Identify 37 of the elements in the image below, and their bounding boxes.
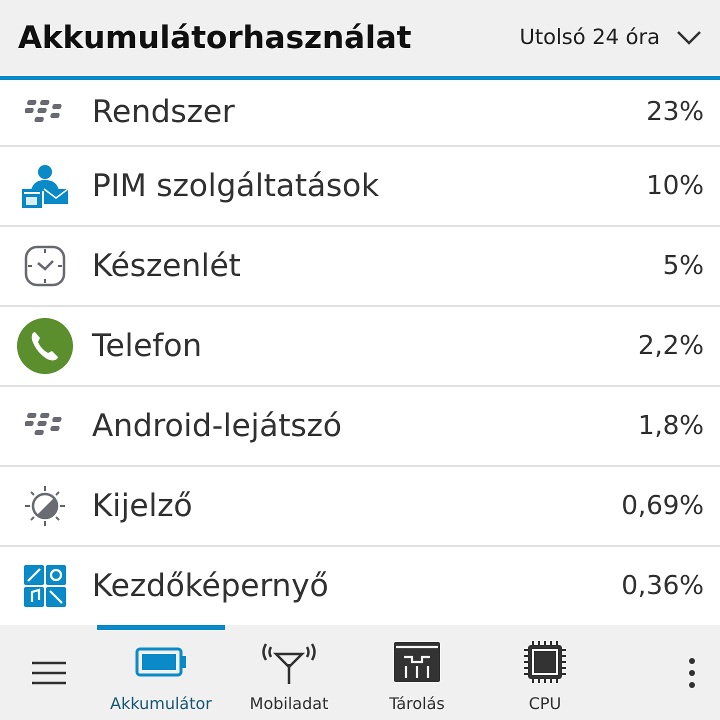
storage-icon bbox=[394, 642, 440, 682]
usage-percent: 0,36% bbox=[621, 570, 704, 602]
usage-row[interactable]: Készenlét 5% bbox=[0, 227, 720, 307]
usage-percent: 1,8% bbox=[638, 410, 704, 442]
clock-icon bbox=[24, 245, 66, 287]
tab[interactable]: Tárolás bbox=[353, 625, 481, 720]
tab[interactable]: CPU bbox=[481, 625, 609, 720]
app-name: Kijelző bbox=[92, 486, 194, 526]
usage-row[interactable]: Android-lejátszó 1,8% bbox=[0, 387, 720, 467]
usage-percent: 0,69% bbox=[621, 490, 704, 522]
app-name: Android-lejátszó bbox=[92, 406, 343, 446]
home-apps-icon bbox=[24, 565, 66, 607]
cpu-chip-icon bbox=[523, 640, 567, 684]
overflow-menu-button[interactable] bbox=[688, 658, 696, 688]
tab[interactable]: Mobiladat bbox=[225, 625, 353, 720]
app-name: Készenlét bbox=[92, 246, 242, 286]
usage-percent: 23% bbox=[646, 96, 704, 129]
usage-row[interactable]: PIM szolgáltatások 10% bbox=[0, 147, 720, 227]
menu-button[interactable] bbox=[32, 660, 66, 685]
page-title: Akkumulátorhasználat bbox=[18, 18, 412, 58]
app-name: Telefon bbox=[92, 326, 203, 366]
phone-icon bbox=[17, 318, 73, 374]
brightness-icon bbox=[24, 485, 66, 527]
person-calendar-mail-icon bbox=[21, 163, 69, 209]
chevron-down-icon bbox=[676, 30, 702, 46]
usage-row[interactable]: Kijelző 0,69% bbox=[0, 467, 720, 547]
period-dropdown[interactable]: Utolsó 24 óra bbox=[520, 22, 702, 54]
tab[interactable]: Akkumulátor bbox=[97, 625, 225, 720]
usage-percent: 5% bbox=[662, 250, 704, 282]
app-name: Rendszer bbox=[92, 93, 236, 132]
battery-icon bbox=[135, 647, 187, 677]
app-name: PIM szolgáltatások bbox=[92, 166, 380, 206]
app-name: Kezdőképernyő bbox=[92, 566, 330, 606]
usage-row[interactable]: Telefon 2,2% bbox=[0, 307, 720, 387]
usage-percent: 10% bbox=[646, 170, 704, 202]
usage-row[interactable]: Rendszer 23% bbox=[0, 80, 720, 147]
usage-percent: 2,2% bbox=[638, 330, 704, 362]
